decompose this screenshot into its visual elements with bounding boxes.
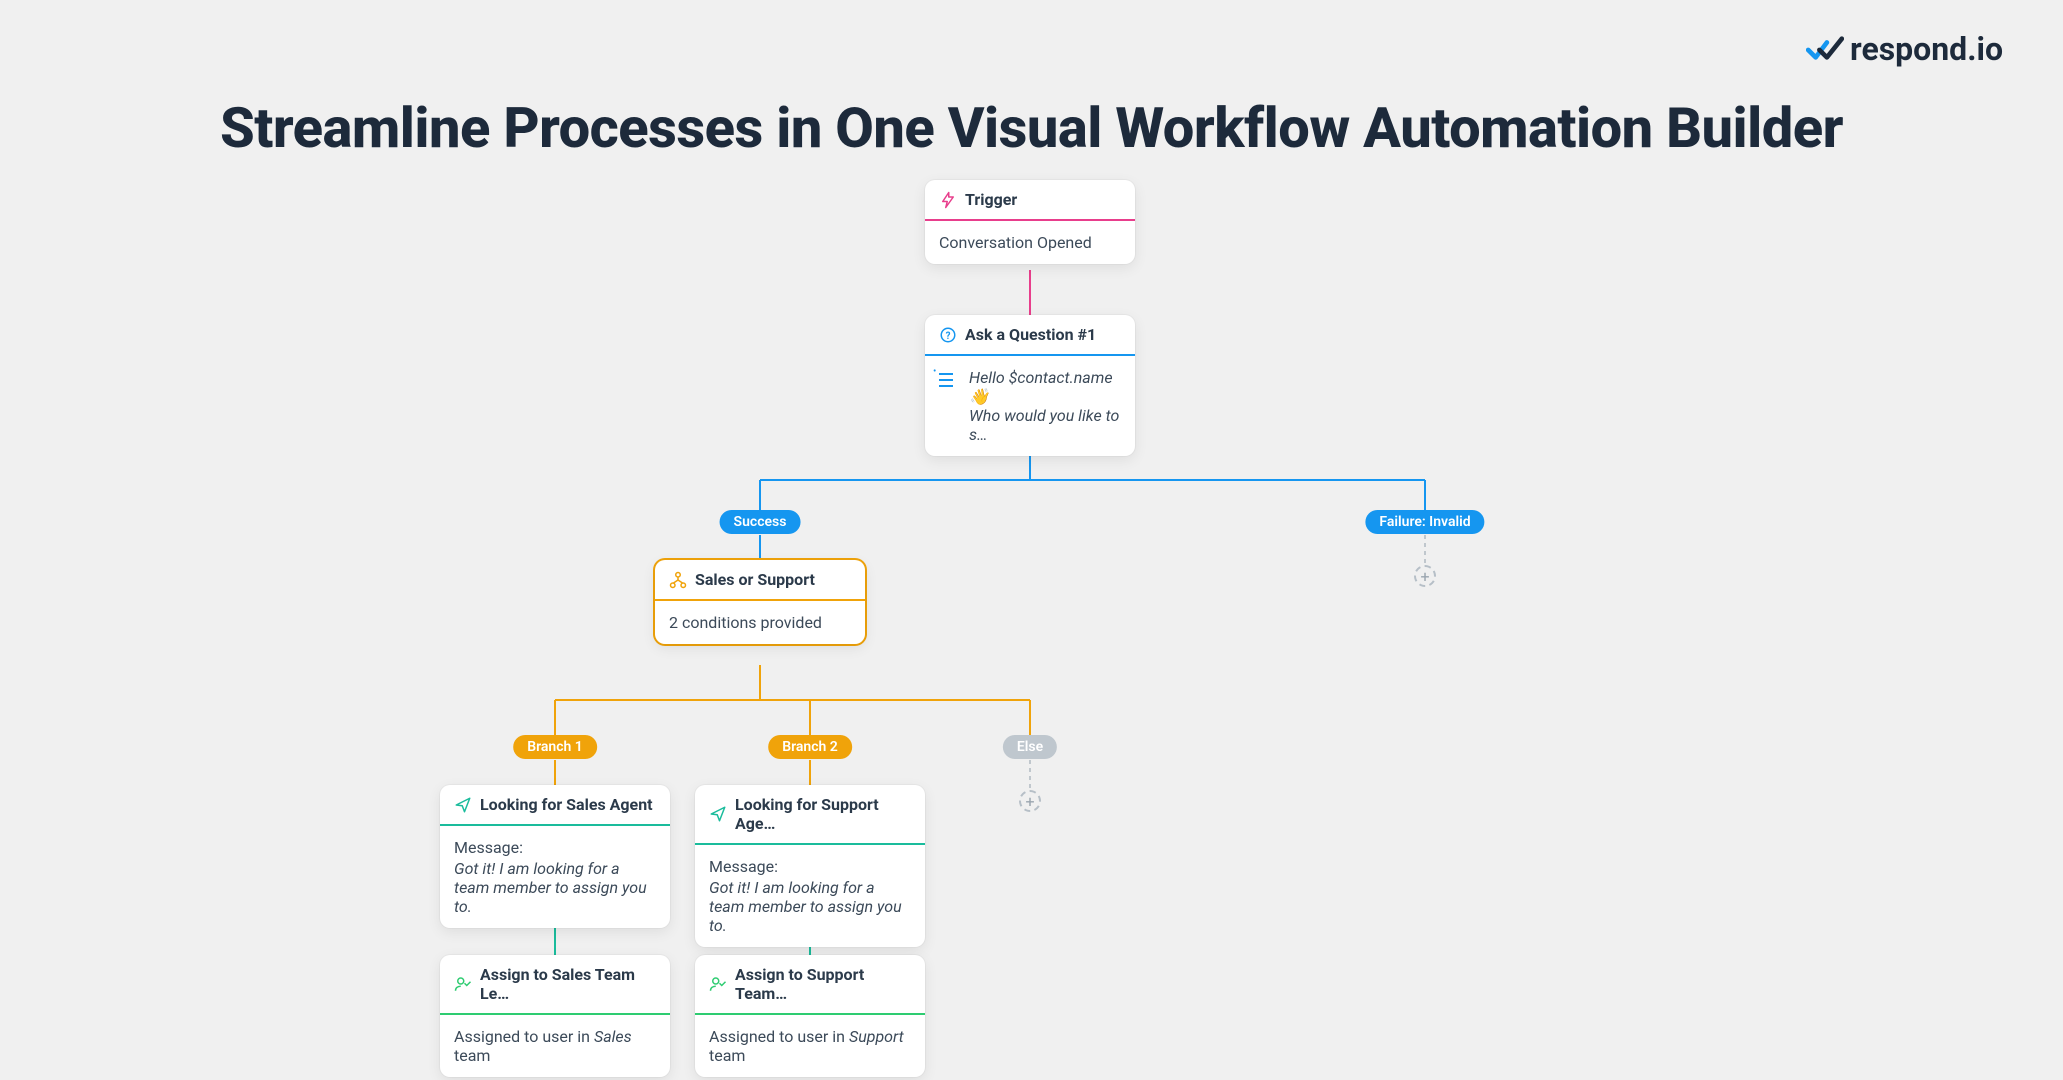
- send-icon: [454, 796, 472, 814]
- node-message-support[interactable]: Looking for Support Age… Message: Got it…: [695, 785, 925, 947]
- brand-check-icon: [1806, 35, 1844, 63]
- msg-sales-body: Got it! I am looking for a team member t…: [454, 859, 656, 916]
- assign-sales-body: Assigned to user in Sales team: [440, 1015, 670, 1077]
- node-condition-body: 2 conditions provided: [655, 601, 865, 644]
- pill-failure[interactable]: Failure: Invalid: [1365, 510, 1484, 534]
- workflow-canvas[interactable]: Trigger Conversation Opened ? Ask a Ques…: [0, 180, 2063, 1080]
- node-ask-title: Ask a Question #1: [965, 325, 1096, 344]
- pill-branch-2[interactable]: Branch 2: [768, 735, 852, 759]
- node-ask-question[interactable]: ? Ask a Question #1 Hello $contact.name …: [925, 315, 1135, 456]
- node-assign-support-title: Assign to Support Team…: [735, 965, 911, 1003]
- pill-else[interactable]: Else: [1003, 735, 1057, 759]
- msg-sales-label: Message:: [454, 838, 656, 857]
- node-condition[interactable]: Sales or Support 2 conditions provided: [655, 560, 865, 644]
- msg-support-label: Message:: [709, 857, 911, 876]
- node-assign-sales-title: Assign to Sales Team Le…: [480, 965, 656, 1003]
- ask-line1: Hello $contact.name 👋: [969, 368, 1113, 406]
- node-assign-sales[interactable]: Assign to Sales Team Le… Assigned to use…: [440, 955, 670, 1077]
- add-node-else[interactable]: +: [1019, 790, 1041, 812]
- node-trigger[interactable]: Trigger Conversation Opened: [925, 180, 1135, 264]
- add-node-failure[interactable]: +: [1414, 565, 1436, 587]
- assign-icon: [709, 975, 727, 993]
- page-title: Streamline Processes in One Visual Workf…: [0, 95, 2063, 161]
- pill-branch-1[interactable]: Branch 1: [513, 735, 597, 759]
- question-icon: ?: [939, 326, 957, 344]
- brand-logo: respond.io: [1806, 30, 2003, 68]
- assign-icon: [454, 975, 472, 993]
- node-trigger-title: Trigger: [965, 190, 1017, 209]
- node-condition-title: Sales or Support: [695, 570, 815, 589]
- node-message-sales[interactable]: Looking for Sales Agent Message: Got it!…: [440, 785, 670, 928]
- list-icon: [939, 370, 959, 390]
- node-assign-support[interactable]: Assign to Support Team… Assigned to user…: [695, 955, 925, 1077]
- node-message-support-title: Looking for Support Age…: [735, 795, 911, 833]
- pill-success[interactable]: Success: [720, 510, 801, 534]
- svg-text:?: ?: [946, 330, 951, 341]
- brand-text: respond.io: [1850, 30, 2003, 68]
- branch-icon: [669, 571, 687, 589]
- node-message-sales-title: Looking for Sales Agent: [480, 795, 653, 814]
- bolt-icon: [939, 191, 957, 209]
- node-trigger-body: Conversation Opened: [925, 221, 1135, 264]
- assign-support-body: Assigned to user in Support team: [695, 1015, 925, 1077]
- send-icon: [709, 805, 727, 823]
- ask-line2: Who would you like to s…: [969, 406, 1121, 444]
- msg-support-body: Got it! I am looking for a team member t…: [709, 878, 911, 935]
